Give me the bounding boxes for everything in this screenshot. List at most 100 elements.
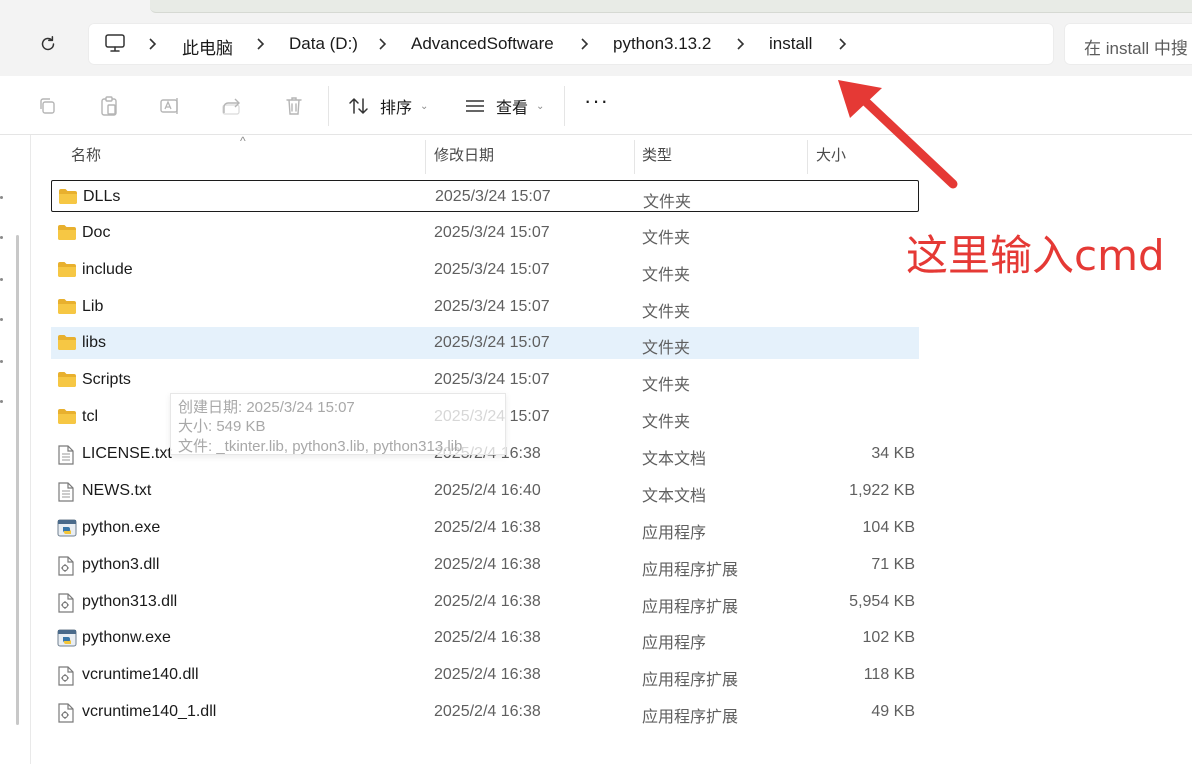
column-header-type[interactable]: 类型 [634,138,807,174]
file-name: tcl [82,408,98,425]
text-file-icon [58,482,74,502]
chevron-right-icon[interactable] [578,35,592,53]
folder-icon [58,188,78,206]
nav-dot [0,400,3,403]
toolbar-divider [564,86,565,126]
file-row[interactable]: LICENSE.txt 2025/2/4 16:38 文本文档 34 KB [51,438,919,470]
chevron-right-icon[interactable] [376,35,390,53]
text-file-icon [57,482,77,502]
folder-icon [57,261,77,279]
file-name: LICENSE.txt [82,445,172,462]
copy-button[interactable] [35,94,59,118]
paste-icon [101,96,117,116]
file-row[interactable]: libs 2025/3/24 15:07 文件夹 [51,327,919,359]
python-exe-icon [57,519,77,537]
file-name: Doc [82,224,111,241]
file-row[interactable]: vcruntime140_1.dll 2025/2/4 16:38 应用程序扩展… [51,696,919,728]
file-row[interactable]: pythonw.exe 2025/2/4 16:38 应用程序 102 KB [51,622,919,654]
python-exe-icon [57,519,77,537]
breadcrumb-data-drive[interactable]: Data (D:) [289,34,358,54]
file-type: 应用程序 [642,635,707,652]
file-size: 34 KB [871,445,915,462]
file-type: 文件夹 [642,267,691,284]
file-row[interactable]: NEWS.txt 2025/2/4 16:40 文本文档 1,922 KB [51,475,919,507]
file-date: 2025/3/24 15:07 [435,188,551,205]
file-row[interactable]: Lib 2025/3/24 15:07 文件夹 [51,291,919,323]
file-row[interactable]: python.exe 2025/2/4 16:38 应用程序 104 KB [51,512,919,544]
file-date: 2025/2/4 16:38 [434,629,541,646]
folder-icon [58,299,76,314]
delete-button[interactable] [282,94,306,118]
breadcrumb-this-pc[interactable]: 此电脑 [182,34,233,59]
folder-icon [58,262,76,277]
dll-file-icon [57,703,77,723]
file-name: DLLs [83,188,121,205]
folder-icon [58,225,76,240]
file-row[interactable]: python3.dll 2025/2/4 16:38 应用程序扩展 71 KB [51,549,919,581]
nav-dot [0,236,3,239]
column-header-name[interactable]: 名称 [63,138,425,174]
nav-dot [0,318,3,321]
view-button[interactable]: 查看 ⌄ [464,92,544,120]
this-pc-icon[interactable] [104,33,126,53]
file-date: 2025/3/24 15:07 [434,298,550,315]
column-header-modified[interactable]: 修改日期 [426,138,634,174]
view-list-icon [466,100,484,112]
file-row[interactable]: python313.dll 2025/2/4 16:38 应用程序扩展 5,95… [51,586,919,618]
search-box[interactable]: 在 install 中搜 [1064,23,1192,65]
file-type: 应用程序扩展 [642,709,739,726]
file-type: 文件夹 [643,194,692,211]
file-type: 文本文档 [642,488,707,505]
chevron-right-icon[interactable] [146,35,160,53]
file-row[interactable]: DLLs 2025/3/24 15:07 文件夹 [51,180,919,212]
file-date: 2025/2/4 16:38 [434,556,541,573]
file-size: 118 KB [863,666,915,683]
file-date: 2025/3/24 15:07 [434,261,550,278]
file-row[interactable]: tcl 2025/3/24 15:07 文件夹 [51,401,919,433]
breadcrumb-python3132[interactable]: python3.13.2 [613,34,711,54]
sort-button[interactable]: 排序 ⌄ [348,92,428,120]
file-row[interactable]: Doc 2025/3/24 15:07 文件夹 [51,217,919,249]
file-name: vcruntime140.dll [82,666,199,683]
folder-icon [59,189,77,204]
dll-file-icon [57,556,77,576]
dll-file-icon [58,703,74,723]
column-headers: 名称 修改日期 类型 大小 [30,138,1192,174]
file-name: Scripts [82,371,131,388]
file-row[interactable]: vcruntime140.dll 2025/2/4 16:38 应用程序扩展 1… [51,659,919,691]
more-options-button[interactable]: ··· [584,90,609,112]
tab-strip-edge [150,0,1192,13]
rename-button[interactable] [158,94,182,118]
file-date: 2025/2/4 16:38 [434,519,541,536]
file-name: python3.dll [82,556,160,573]
file-row[interactable]: Scripts 2025/3/24 15:07 文件夹 [51,364,919,396]
chevron-right-icon[interactable] [734,35,748,53]
paste-button[interactable] [97,94,121,118]
file-type: 文件夹 [642,377,691,394]
share-button[interactable] [220,94,244,118]
nav-dot [0,196,3,199]
file-type: 文本文档 [642,451,707,468]
file-type: 文件夹 [642,414,691,431]
address-bar[interactable]: 此电脑 Data (D:) AdvancedSoftware python3.1… [88,23,1054,65]
rename-icon [160,98,178,114]
file-name: pythonw.exe [82,629,171,646]
chevron-right-icon[interactable] [254,35,268,53]
breadcrumb-install[interactable]: install [769,34,812,54]
refresh-icon [41,36,55,51]
file-name: NEWS.txt [82,482,152,499]
file-size: 49 KB [871,703,915,720]
folder-icon [58,335,76,350]
refresh-button[interactable] [34,30,62,58]
breadcrumb-advancedsoftware[interactable]: AdvancedSoftware [411,34,554,54]
folder-icon [57,334,77,352]
file-type: 应用程序 [642,525,707,542]
chevron-right-icon[interactable] [836,35,850,53]
file-date: 2025/2/4 16:38 [434,666,541,683]
nav-scrollbar[interactable] [16,235,19,725]
navigation-pane [0,135,31,764]
file-row[interactable]: include 2025/3/24 15:07 文件夹 [51,254,919,286]
python-exe-icon [57,629,77,647]
annotation-text: 这里输入cmd [906,231,1165,280]
folder-icon [58,372,76,387]
